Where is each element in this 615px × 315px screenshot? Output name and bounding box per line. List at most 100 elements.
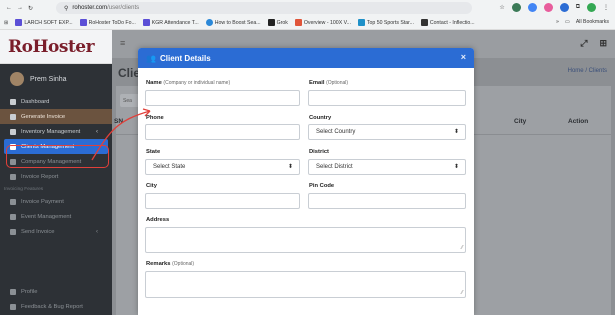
url-host: rohoster.com (72, 5, 108, 11)
url-path: /user/clients (107, 5, 140, 11)
report-icon (10, 173, 16, 180)
bookmark-icon (142, 19, 150, 26)
reload-icon[interactable]: ↻ (28, 5, 33, 12)
district-select[interactable]: Select District ⬍ (308, 159, 466, 175)
extension-icon[interactable] (527, 3, 537, 12)
sidebar-item-feedback[interactable]: Feedback & Bug Report (0, 299, 112, 314)
table-header-action: Action (568, 118, 589, 125)
state-select[interactable]: Select State ⬍ (145, 159, 300, 175)
bookmark-icon (357, 19, 365, 26)
sidebar-item-invoice-report[interactable]: Invoice Report (0, 169, 112, 184)
remarks-label: Remarks (Optional) (146, 261, 195, 267)
phone-label: Phone (146, 115, 164, 121)
bug-icon (10, 303, 16, 310)
close-button[interactable]: × (461, 52, 466, 62)
star-icon[interactable]: ☆ (499, 4, 504, 11)
breadcrumb[interactable]: Home / Clients (568, 68, 607, 74)
name-label: Name (Company or individual name) (146, 80, 231, 86)
kebab-menu-icon[interactable]: ⋮ (603, 4, 609, 11)
bookmark-icon (267, 19, 275, 26)
select-caret-icon: ⬍ (453, 164, 459, 170)
pincode-label: Pin Code (309, 183, 335, 189)
sidebar: RoHoster Prem Sinha Dashboard Generate I… (0, 30, 112, 315)
extension-icon[interactable] (511, 3, 521, 12)
city-input[interactable] (145, 193, 300, 209)
user-panel[interactable]: Prem Sinha (0, 64, 112, 94)
chevron-left-icon: ‹ (96, 228, 98, 235)
bookmark[interactable]: Overview - 100X V... (294, 19, 351, 26)
calendar-icon (10, 213, 16, 220)
district-label: District (309, 149, 329, 155)
card-icon (10, 198, 16, 205)
extension-bar: ☆ ⧉ ⋮ (499, 3, 609, 12)
bookmark[interactable]: LARCH SOFT EXP... (15, 19, 73, 26)
sidebar-item-event-management[interactable]: Event Management (0, 209, 112, 224)
folder-icon: ▭ (564, 19, 570, 25)
state-label: State (146, 149, 161, 155)
sidebar-item-dashboard[interactable]: Dashboard (0, 94, 112, 109)
gauge-icon (10, 98, 16, 105)
country-label: Country (309, 115, 332, 121)
person-icon (10, 288, 16, 295)
chevron-left-icon: ‹ (96, 128, 98, 135)
bookmark[interactable]: Grok (267, 19, 288, 26)
user-name: Prem Sinha (30, 75, 67, 83)
bookmark[interactable]: Contact - Inflectio... (420, 19, 475, 26)
fullscreen-icon[interactable]: ⤢ (580, 38, 587, 49)
bookmark[interactable]: Top 50 Sports Star... (357, 19, 414, 26)
section-label: Invoicing Features (4, 186, 44, 192)
chevron-right-icon: » (556, 19, 559, 25)
grid-icon[interactable]: ⊞ (599, 38, 607, 49)
browser-nav: ← → ↻ (0, 5, 33, 12)
modal-title: Client Details (159, 53, 211, 63)
city-label: City (146, 183, 157, 189)
bookmark[interactable]: How to Boost Sea... (205, 19, 261, 26)
hamburger-icon[interactable]: ≡ (120, 38, 125, 48)
bookmark[interactable]: RoHoster ToDo Fo... (79, 19, 136, 26)
puzzle-icon[interactable]: ⧉ (576, 4, 580, 11)
sidebar-item-inventory-management[interactable]: Inventory Management ‹ (0, 124, 112, 139)
pincode-input[interactable] (308, 193, 466, 209)
remarks-textarea[interactable]: ⁄⁄ (145, 271, 466, 298)
all-bookmarks[interactable]: » ▭ All Bookmarks (552, 19, 609, 25)
site-info-icon[interactable]: ⚲ (64, 5, 68, 12)
sidebar-item-invoice-payment[interactable]: Invoice Payment (0, 194, 112, 209)
bookmark-icon (79, 19, 87, 26)
profile-avatar[interactable] (587, 3, 596, 12)
bookmark-icon (15, 19, 23, 26)
bookmark-icon (420, 19, 428, 26)
resize-grip-icon[interactable]: ⁄⁄ (461, 245, 463, 251)
forward-icon[interactable]: → (17, 5, 23, 11)
bookmark[interactable]: KGR Attendance T... (142, 19, 199, 26)
back-icon[interactable]: ← (6, 5, 12, 11)
sidebar-item-profile[interactable]: Profile (0, 284, 112, 299)
boxes-icon (10, 128, 16, 135)
logo[interactable]: RoHoster (0, 30, 112, 64)
extension-icon[interactable] (559, 3, 569, 12)
modal-header: 👥 Client Details × (138, 48, 474, 68)
address-bar[interactable]: ⚲ rohoster.com/user/clients (56, 2, 472, 14)
logo-text: RoHoster (8, 36, 95, 57)
phone-input[interactable] (145, 124, 300, 140)
email-input[interactable] (308, 90, 466, 106)
sidebar-item-generate-invoice[interactable]: Generate Invoice (0, 109, 112, 124)
avatar (10, 72, 24, 86)
country-select[interactable]: Select Country ⬍ (308, 124, 466, 140)
browser-toolbar: ← → ↻ ⚲ rohoster.com/user/clients ☆ ⧉ ⋮ (0, 0, 615, 16)
bookmarks-bar: ⊞ LARCH SOFT EXP... RoHoster ToDo Fo... … (0, 16, 615, 30)
resize-grip-icon[interactable]: ⁄⁄ (461, 290, 463, 296)
name-input[interactable] (145, 90, 300, 106)
send-icon (10, 228, 16, 235)
client-details-modal: 👥 Client Details × Name (Company or indi… (138, 48, 474, 315)
table-header-city: City (514, 118, 527, 125)
bookmark-icon (294, 19, 302, 26)
sidebar-item-send-invoice[interactable]: Send Invoice ‹ (0, 224, 112, 239)
address-textarea[interactable]: ⁄⁄ (145, 227, 466, 253)
bookmark-icon (205, 19, 213, 26)
email-label: Email (Optional) (309, 80, 349, 86)
select-caret-icon: ⬍ (453, 129, 459, 135)
apps-icon[interactable]: ⊞ (4, 20, 8, 26)
extension-icon[interactable] (543, 3, 553, 12)
file-icon (10, 113, 16, 120)
annotation-highlight-box (6, 145, 109, 168)
